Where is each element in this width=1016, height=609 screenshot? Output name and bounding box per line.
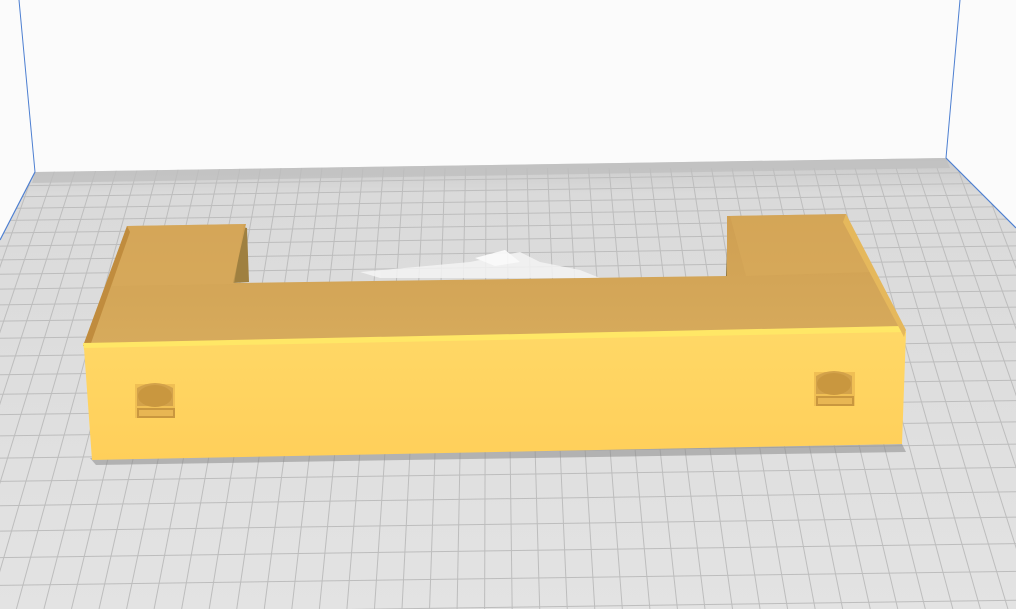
left-arm-top	[112, 224, 244, 286]
model-front-face	[84, 332, 906, 460]
hole-right	[814, 371, 855, 406]
hole-left	[135, 383, 175, 418]
3d-viewport[interactable]	[0, 0, 1016, 609]
scene-canvas[interactable]	[0, 0, 1016, 609]
